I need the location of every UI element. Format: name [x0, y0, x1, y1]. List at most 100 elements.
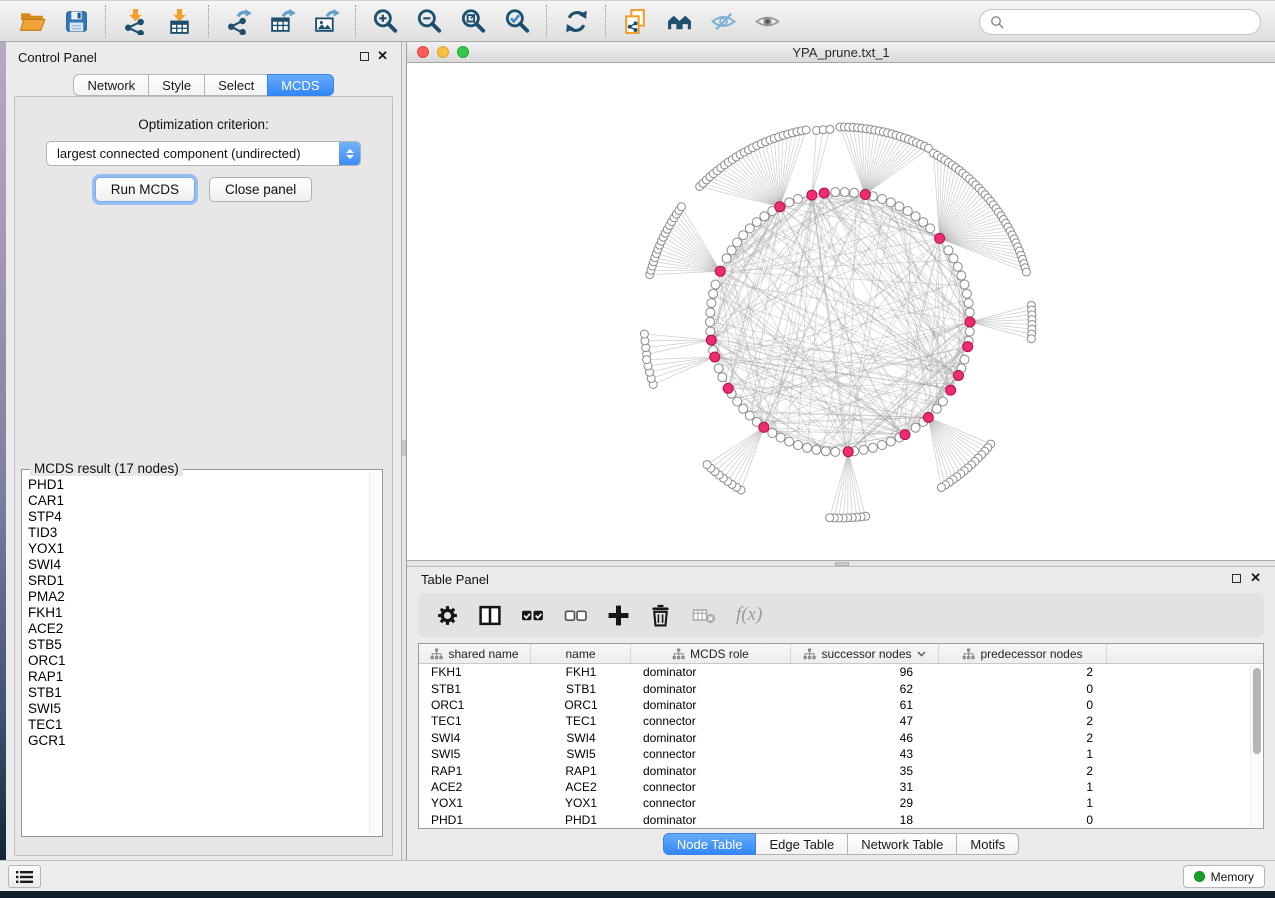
zoom-in-button[interactable]: [363, 2, 407, 40]
network-hub-node[interactable]: [723, 383, 733, 393]
mcds-result-item[interactable]: ORC1: [28, 653, 366, 669]
column-header-name[interactable]: name: [531, 644, 631, 663]
network-node[interactable]: [785, 437, 794, 446]
network-node[interactable]: [752, 218, 761, 227]
table-cell[interactable]: 1: [939, 780, 1107, 794]
table-cell[interactable]: RAP1: [419, 764, 531, 778]
network-node[interactable]: [960, 355, 969, 364]
show-all-button[interactable]: [745, 2, 789, 40]
table-cell[interactable]: 61: [791, 698, 939, 712]
network-node[interactable]: [733, 238, 742, 247]
network-node[interactable]: [706, 318, 715, 327]
save-session-button[interactable]: [54, 2, 98, 40]
network-node[interactable]: [785, 198, 794, 207]
network-hub-node[interactable]: [900, 430, 910, 440]
table-row[interactable]: ACE2ACE2connector311: [419, 779, 1263, 795]
network-node[interactable]: [949, 254, 958, 263]
network-node[interactable]: [868, 443, 877, 452]
mcds-result-item[interactable]: SWI5: [28, 701, 366, 717]
table-cell[interactable]: dominator: [631, 731, 791, 745]
network-node[interactable]: [722, 254, 731, 263]
first-neighbors-button[interactable]: [657, 2, 701, 40]
delete-column-button[interactable]: [649, 604, 672, 627]
mcds-result-item[interactable]: RAP1: [28, 669, 366, 685]
network-node[interactable]: [965, 308, 974, 317]
deselect-all-rows-button[interactable]: [564, 604, 588, 627]
network-node[interactable]: [776, 433, 785, 442]
tab-select[interactable]: Select: [204, 74, 268, 96]
network-graph[interactable]: [407, 63, 1275, 560]
tab-edge-table[interactable]: Edge Table: [755, 833, 848, 855]
network-node[interactable]: [962, 289, 971, 298]
network-leaf-node[interactable]: [703, 461, 711, 469]
network-node[interactable]: [739, 404, 748, 413]
table-cell[interactable]: SWI4: [531, 731, 631, 745]
network-leaf-node[interactable]: [826, 514, 834, 522]
select-all-rows-button[interactable]: [521, 604, 545, 627]
network-leaf-node[interactable]: [937, 483, 945, 491]
mcds-result-item[interactable]: ACE2: [28, 621, 366, 637]
task-history-button[interactable]: [8, 865, 41, 888]
close-table-panel-button[interactable]: ✕: [1250, 573, 1261, 583]
network-node[interactable]: [711, 280, 720, 289]
table-cell[interactable]: 35: [791, 764, 939, 778]
network-leaf-node[interactable]: [802, 126, 810, 134]
mcds-result-item[interactable]: STB1: [28, 685, 366, 701]
table-row[interactable]: FKH1FKH1dominator962: [419, 664, 1263, 680]
table-cell[interactable]: 0: [939, 813, 1107, 827]
table-cell[interactable]: SWI5: [531, 747, 631, 761]
mcds-result-item[interactable]: PHD1: [28, 477, 366, 493]
table-cell[interactable]: connector: [631, 780, 791, 794]
table-cell[interactable]: SWI5: [419, 747, 531, 761]
table-cell[interactable]: dominator: [631, 764, 791, 778]
table-scrollbar[interactable]: [1250, 665, 1262, 827]
network-leaf-node[interactable]: [677, 203, 685, 211]
tab-style[interactable]: Style: [148, 74, 205, 96]
network-node[interactable]: [944, 246, 953, 255]
table-cell[interactable]: connector: [631, 796, 791, 810]
network-node[interactable]: [760, 212, 769, 221]
close-panel-button-mcds[interactable]: Close panel: [209, 177, 312, 202]
table-cell[interactable]: 29: [791, 796, 939, 810]
mcds-result-item[interactable]: YOX1: [28, 541, 366, 557]
zoom-window-button[interactable]: [457, 46, 469, 58]
network-hub-node[interactable]: [706, 335, 716, 345]
close-window-button[interactable]: [417, 46, 429, 58]
network-hub-node[interactable]: [965, 317, 975, 327]
tab-motifs[interactable]: Motifs: [956, 833, 1019, 855]
network-node[interactable]: [953, 262, 962, 271]
table-row[interactable]: RAP1RAP1dominator352: [419, 762, 1263, 778]
network-hub-node[interactable]: [775, 202, 785, 212]
table-row[interactable]: PHD1PHD1dominator180: [419, 812, 1263, 828]
network-node[interactable]: [886, 437, 895, 446]
network-leaf-node[interactable]: [643, 356, 651, 364]
network-node[interactable]: [794, 441, 803, 450]
column-header-MCDS-role[interactable]: MCDS role: [631, 644, 791, 663]
network-leaf-node[interactable]: [640, 330, 648, 338]
network-node[interactable]: [886, 198, 895, 207]
export-network-button[interactable]: [216, 2, 260, 40]
table-cell[interactable]: PHD1: [531, 813, 631, 827]
table-cell[interactable]: 47: [791, 714, 939, 728]
close-panel-button[interactable]: ✕: [377, 51, 388, 61]
network-hub-node[interactable]: [946, 385, 956, 395]
duplicate-network-button[interactable]: [613, 2, 657, 40]
table-cell[interactable]: dominator: [631, 698, 791, 712]
table-cell[interactable]: 2: [939, 714, 1107, 728]
memory-button[interactable]: Memory: [1183, 865, 1265, 888]
network-node[interactable]: [960, 280, 969, 289]
table-cell[interactable]: 1: [939, 796, 1107, 810]
network-node[interactable]: [859, 445, 868, 454]
table-cell[interactable]: FKH1: [531, 665, 631, 679]
tab-mcds[interactable]: MCDS: [267, 74, 333, 96]
network-node[interactable]: [926, 224, 935, 233]
delete-table-button[interactable]: [691, 604, 717, 626]
table-cell[interactable]: ACE2: [531, 780, 631, 794]
table-cell[interactable]: 18: [791, 813, 939, 827]
network-node[interactable]: [803, 443, 812, 452]
table-cell[interactable]: 1: [939, 747, 1107, 761]
split-table-button[interactable]: [478, 604, 502, 627]
table-cell[interactable]: ORC1: [531, 698, 631, 712]
table-cell[interactable]: 2: [939, 665, 1107, 679]
zoom-out-button[interactable]: [407, 2, 451, 40]
